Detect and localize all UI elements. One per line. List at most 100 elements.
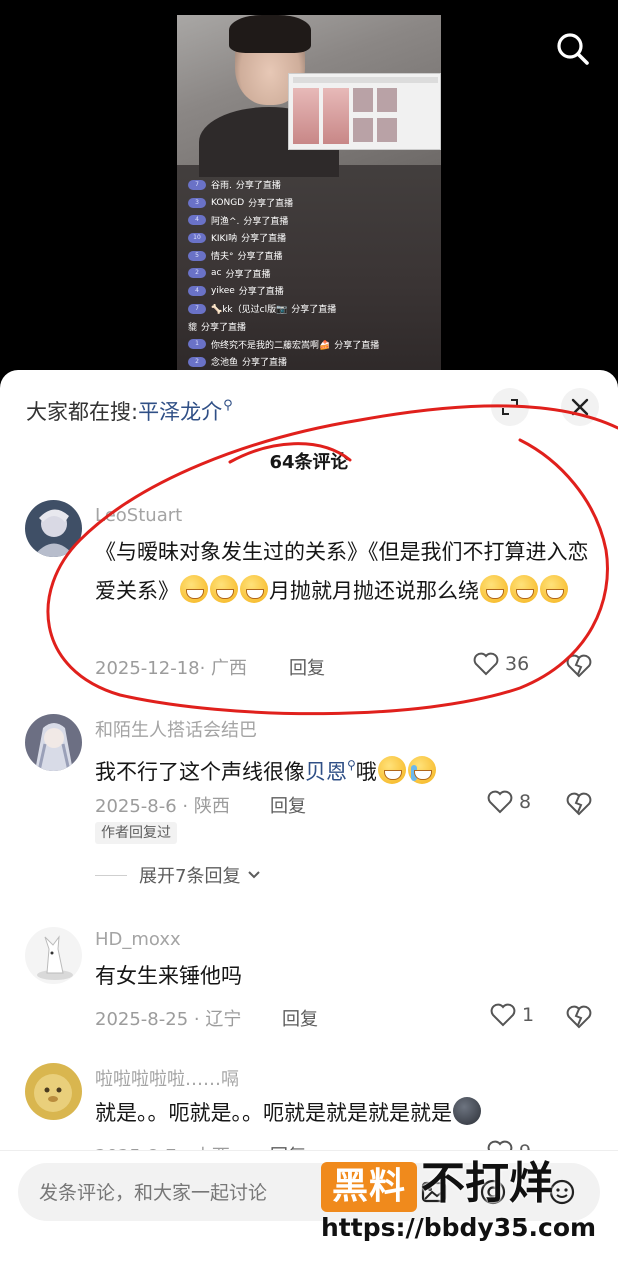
chat-action: 分享了直播 [235,181,281,192]
like-count: 1 [522,1004,535,1026]
like-button[interactable]: 36 [473,652,529,676]
chat-user[interactable]: 谷雨. [211,178,232,191]
chat-user[interactable]: 你终究不是我的二藤宏嵩啊🍰 [211,338,330,351]
like-button[interactable]: 1 [490,1003,534,1027]
grin-emoji-icon [377,756,406,784]
chat-action: 分享了直播 [238,287,284,298]
comment-text-part: 就是。。呃就是。。呃就是就是就是就是 [95,1101,452,1125]
comment-text: 就是。。呃就是。。呃就是就是就是就是 [95,1094,600,1133]
comment-author[interactable]: HD_moxx [95,929,181,950]
level-badge: 7 [188,303,206,314]
comments-sheet: 大家都在搜:平泽龙介⚲ 64条评论 LeoStuart 《与暧昧对象发生过的关系… [0,370,618,1280]
comment-text: 我不行了这个声线很像贝恩⚲哦 [95,746,600,792]
dark-face-emoji-icon [453,1097,481,1125]
chat-action: 分享了直播 [334,340,380,351]
chat-row: 2 ac 分享了直播 [188,264,438,282]
broken-heart-icon[interactable] [566,792,592,816]
hot-search-bar[interactable]: 大家都在搜:平泽龙介⚲ [26,396,233,426]
avatar[interactable] [25,1063,82,1120]
grin-emoji-icon [540,575,568,603]
comment-text-part: 我不行了这个声线很像 [95,760,305,784]
grin-emoji-icon [240,575,268,603]
avatar[interactable] [25,927,82,984]
chat-user[interactable]: ac [211,268,221,278]
reply-button[interactable]: 回复 [270,792,306,818]
chat-row: 1 你终究不是我的二藤宏嵩啊🍰 分享了直播 [188,335,438,353]
grin-emoji-icon [180,575,208,603]
crying-emoji-icon [407,756,436,784]
like-count: 8 [519,791,532,813]
hot-search-keyword[interactable]: 平泽龙介 [138,400,222,424]
expand-icon [502,399,518,415]
live-video[interactable]: 7 谷雨. 分享了直播 3 KONGD 分享了直播 4 阿渔^. 分享了直播 10 KIKI呐… [0,0,618,400]
shared-screen-thumb [353,118,373,142]
comment-input-placeholder: 发条评论，和大家一起讨论 [39,1182,268,1204]
broken-heart-icon[interactable] [566,654,592,678]
chat-user[interactable]: KONGD [211,198,244,208]
chat-action: 分享了直播 [225,269,271,280]
comment-author[interactable]: 和陌生人搭话会结巴 [95,716,257,742]
author-replied-tag: 作者回复过 [95,822,177,844]
search-icon: ⚲ [347,758,356,772]
avatar-image [25,1063,82,1120]
close-button[interactable] [561,388,599,426]
close-icon [571,398,589,416]
chat-user[interactable]: 念池鱼 [211,355,238,368]
expand-replies-label: 展开7条回复 [139,866,241,887]
chat-user[interactable]: 情夫° [211,249,234,262]
heart-icon [473,652,499,676]
comment-text: 《与暧昧对象发生过的关系》《但是我们不打算进入恋爱关系》 月抛就月抛还说那么绕 [95,533,600,611]
level-badge: 2 [188,356,206,367]
chat-user[interactable]: 阿渔^. [211,214,239,227]
level-badge: 4 [188,285,206,296]
level-badge: 7 [188,179,206,190]
comment-author[interactable]: LeoStuart [95,505,182,526]
level-badge: 2 [188,268,206,279]
expand-replies-button[interactable]: 展开7条回复 [95,862,262,888]
comment-author[interactable]: 啦啦啦啦啦……嗝 [95,1065,239,1091]
expand-sheet-button[interactable] [491,388,529,426]
chat-action: 分享了直播 [291,305,337,316]
shared-screen-header [293,77,438,83]
level-badge: 5 [188,250,206,261]
chat-row: 10 KIKI呐 分享了直播 [188,229,438,247]
search-icon[interactable] [556,32,590,66]
chat-action: 分享了直播 [243,216,289,227]
comment-count: 64条评论 [269,452,349,473]
comment-text-part: 月抛就月抛还说那么绕 [269,579,479,603]
chat-action: 分享了直播 [241,234,287,245]
chat-action: 分享了直播 [237,252,283,263]
keyword-link[interactable]: 贝恩 [305,760,347,784]
chat-row: 3 KONGD 分享了直播 [188,194,438,212]
avatar[interactable] [25,714,82,771]
heart-icon [490,1003,516,1027]
heart-icon [487,790,513,814]
grin-emoji-icon [480,575,508,603]
shared-screen-thumb [353,88,373,112]
reply-button[interactable]: 回复 [282,1005,318,1031]
chat-row: 7 谷雨. 分享了直播 [188,176,438,194]
like-button[interactable]: 8 [487,790,531,814]
avatar[interactable] [25,500,82,557]
broken-heart-icon[interactable] [566,1005,592,1029]
chat-user[interactable]: KIKI呐 [211,231,237,244]
chevron-down-icon [248,871,261,879]
chat-user[interactable]: 貔 [188,320,197,333]
level-badge: 1 [188,339,206,350]
chat-action: 分享了直播 [201,322,247,333]
reply-button[interactable]: 回复 [289,654,325,680]
chat-row: 2 念池鱼 分享了直播 [188,353,438,371]
level-badge: 10 [188,232,206,243]
watermark-url: https://bbdy35.com [321,1213,597,1242]
live-chat-list: 7 谷雨. 分享了直播 3 KONGD 分享了直播 4 阿渔^. 分享了直播 10 KIKI呐… [188,176,438,371]
hot-search-prefix: 大家都在搜: [26,400,139,424]
avatar-image [25,927,82,984]
watermark-logo: 黑料 [321,1162,417,1212]
shared-screen-thumb [377,88,397,112]
shared-screen-thumb [293,88,319,144]
chat-action: 分享了直播 [248,199,294,210]
chat-action: 分享了直播 [242,358,288,369]
chat-user[interactable]: 🦴kk（见过cl版📷 [211,302,287,315]
chat-row: 4 yikee 分享了直播 [188,282,438,300]
chat-user[interactable]: yikee [211,286,235,296]
